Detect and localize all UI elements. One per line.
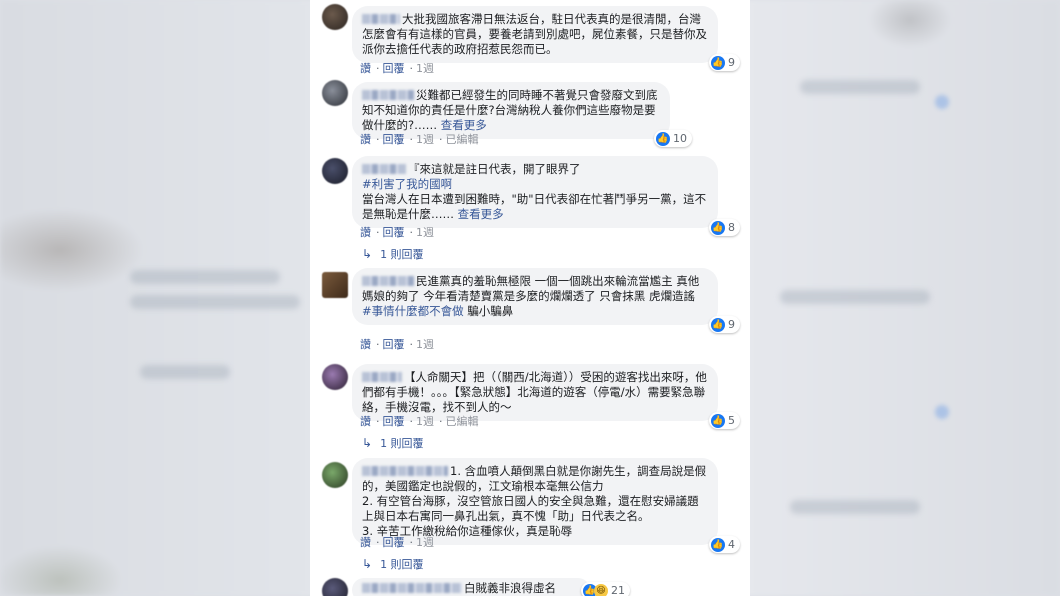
blurred-username[interactable] <box>362 583 462 593</box>
see-more-link[interactable]: 查看更多 <box>441 118 487 132</box>
avatar[interactable] <box>322 364 348 390</box>
comment-text-continued: 騙小騙鼻 <box>467 304 514 318</box>
comment-bubble: 民進黨真的羞恥無極限 一個一個跳出來輪流當尷主 真他媽娘的夠了 今年看清楚賣黨是… <box>352 268 740 333</box>
like-link[interactable]: 讚 <box>360 536 371 549</box>
like-reaction-icon: 👍 <box>656 131 670 146</box>
reaction-number: 9 <box>728 56 735 69</box>
avatar[interactable] <box>322 462 348 488</box>
see-more-link[interactable]: 查看更多 <box>458 207 504 221</box>
reaction-number: 21 <box>611 584 625 596</box>
comment-actions: 讚 · 回覆 · 1週 <box>360 226 434 239</box>
reaction-number: 10 <box>673 132 687 145</box>
view-replies-link[interactable]: ↳ 1 則回覆 <box>362 435 424 451</box>
timestamp[interactable]: 1週 <box>416 415 434 428</box>
timestamp[interactable]: 1週 <box>416 226 434 239</box>
like-link[interactable]: 讚 <box>360 133 371 146</box>
comment-bubble: 白賊義非浪得虛名 👍 😆 21 <box>352 578 630 596</box>
comment-text-point-2: 2. 有空管台海豚，沒空管旅日國人的安全與急難，還在慰安婦議題上與日本右寓同一鼻… <box>362 494 699 523</box>
timestamp[interactable]: 1週 <box>416 338 434 351</box>
timestamp[interactable]: 1週 <box>416 536 434 549</box>
reaction-count[interactable]: 👍 8 <box>709 219 740 236</box>
edited-label[interactable]: 已編輯 <box>446 133 479 146</box>
comment-text-continued: 當台灣人在日本遭到困難時，"助"日代表卻在忙著鬥爭另一黨，這不是無恥是什麼…… <box>362 192 707 221</box>
blurred-username[interactable] <box>362 14 400 24</box>
view-replies-link[interactable]: ↳ 1 則回覆 <box>362 556 424 572</box>
like-link[interactable]: 讚 <box>360 415 371 428</box>
blurred-background-icon <box>935 405 949 419</box>
reaction-count[interactable]: 👍 5 <box>709 412 740 429</box>
avatar[interactable] <box>322 80 348 106</box>
comment-bubble: 『來這就是註日代表，開了眼界了 #利害了我的國啊 當台灣人在日本遭到困難時，"助… <box>352 156 740 236</box>
comment-bubble: 1. 含血噴人顛倒黑白就是你謝先生，調查局說是假的，美國鑑定也說假的，江文瑜根本… <box>352 458 740 553</box>
comment-actions: 讚 · 回覆 · 1週 <box>360 338 434 351</box>
blurred-background-line <box>790 500 920 514</box>
hashtag-link[interactable]: #利害了我的國啊 <box>362 177 452 191</box>
hashtag-link[interactable]: #事情什麼都不會做 <box>362 304 464 318</box>
reaction-number: 9 <box>728 318 735 331</box>
blurred-username[interactable] <box>362 90 414 100</box>
comments-panel: 大批我國旅客滯日無法返台，駐日代表真的是很清閒，台灣怎麼會有有這樣的官員，要養老… <box>310 0 750 596</box>
like-link[interactable]: 讚 <box>360 226 371 239</box>
reaction-count[interactable]: 👍 😆 21 <box>581 582 630 596</box>
blurred-background-line <box>780 290 930 304</box>
blurred-username[interactable] <box>362 276 414 286</box>
timestamp[interactable]: 1週 <box>416 62 434 75</box>
view-replies-label[interactable]: 1 則回覆 <box>380 437 424 450</box>
reaction-number: 8 <box>728 221 735 234</box>
reply-link[interactable]: 回覆 <box>383 338 405 351</box>
reaction-number: 5 <box>728 414 735 427</box>
reply-arrow-icon: ↳ <box>362 436 373 450</box>
reply-link[interactable]: 回覆 <box>383 133 405 146</box>
haha-reaction-icon: 😆 <box>594 583 608 596</box>
blurred-background-line <box>140 365 230 379</box>
view-replies-label[interactable]: 1 則回覆 <box>380 558 424 571</box>
blurred-background-icon <box>935 95 949 109</box>
blurred-username[interactable] <box>362 164 406 174</box>
blurred-background-line <box>130 295 300 309</box>
comment-actions: 讚 · 回覆 · 1週 <box>360 536 434 549</box>
comment-actions: 讚 · 回覆 · 1週 · 已編輯 <box>360 133 479 146</box>
like-reaction-icon: 👍 <box>711 317 725 332</box>
like-reaction-icon: 👍 <box>711 537 725 552</box>
reply-link[interactable]: 回覆 <box>383 536 405 549</box>
avatar[interactable] <box>322 4 348 30</box>
comment-actions: 讚 · 回覆 · 1週 · 已編輯 <box>360 415 479 428</box>
like-reaction-icon: 👍 <box>711 220 725 235</box>
reaction-count[interactable]: 👍 10 <box>654 130 692 147</box>
blurred-background-line <box>130 270 280 284</box>
reaction-number: 4 <box>728 538 735 551</box>
view-replies-link[interactable]: ↳ 1 則回覆 <box>362 246 424 262</box>
like-reaction-icon: 👍 <box>711 413 725 428</box>
view-replies-label[interactable]: 1 則回覆 <box>380 248 424 261</box>
reply-arrow-icon: ↳ <box>362 557 373 571</box>
avatar[interactable] <box>322 158 348 184</box>
comment-bubble: 大批我國旅客滯日無法返台，駐日代表真的是很清閒，台灣怎麼會有有這樣的官員，要養老… <box>352 6 740 71</box>
edited-label[interactable]: 已編輯 <box>446 415 479 428</box>
like-link[interactable]: 讚 <box>360 338 371 351</box>
reaction-count[interactable]: 👍 9 <box>709 316 740 333</box>
blurred-username[interactable] <box>362 372 402 382</box>
avatar[interactable] <box>322 272 348 298</box>
reply-link[interactable]: 回覆 <box>383 415 405 428</box>
comment-text: 『來這就是註日代表，開了眼界了 <box>408 162 581 176</box>
comment-text: 白賊義非浪得虛名 <box>464 581 556 595</box>
comment-text: 【人命關天】把（（關西/北海道））受困的遊客找出來呀，他們都有手機！。。。【緊急… <box>362 370 707 414</box>
like-link[interactable]: 讚 <box>360 62 371 75</box>
comment-text: 大批我國旅客滯日無法返台，駐日代表真的是很清閒，台灣怎麼會有有這樣的官員，要養老… <box>362 12 707 56</box>
reply-arrow-icon: ↳ <box>362 247 373 261</box>
timestamp[interactable]: 1週 <box>416 133 434 146</box>
reaction-count[interactable]: 👍 9 <box>709 54 740 71</box>
like-reaction-icon: 👍 <box>711 55 725 70</box>
reply-link[interactable]: 回覆 <box>383 62 405 75</box>
blurred-username[interactable] <box>362 466 448 476</box>
comment-actions: 讚 · 回覆 · 1週 <box>360 62 434 75</box>
reply-link[interactable]: 回覆 <box>383 226 405 239</box>
reaction-count[interactable]: 👍 4 <box>709 536 740 553</box>
avatar[interactable] <box>322 578 348 596</box>
blurred-background-line <box>800 80 920 94</box>
